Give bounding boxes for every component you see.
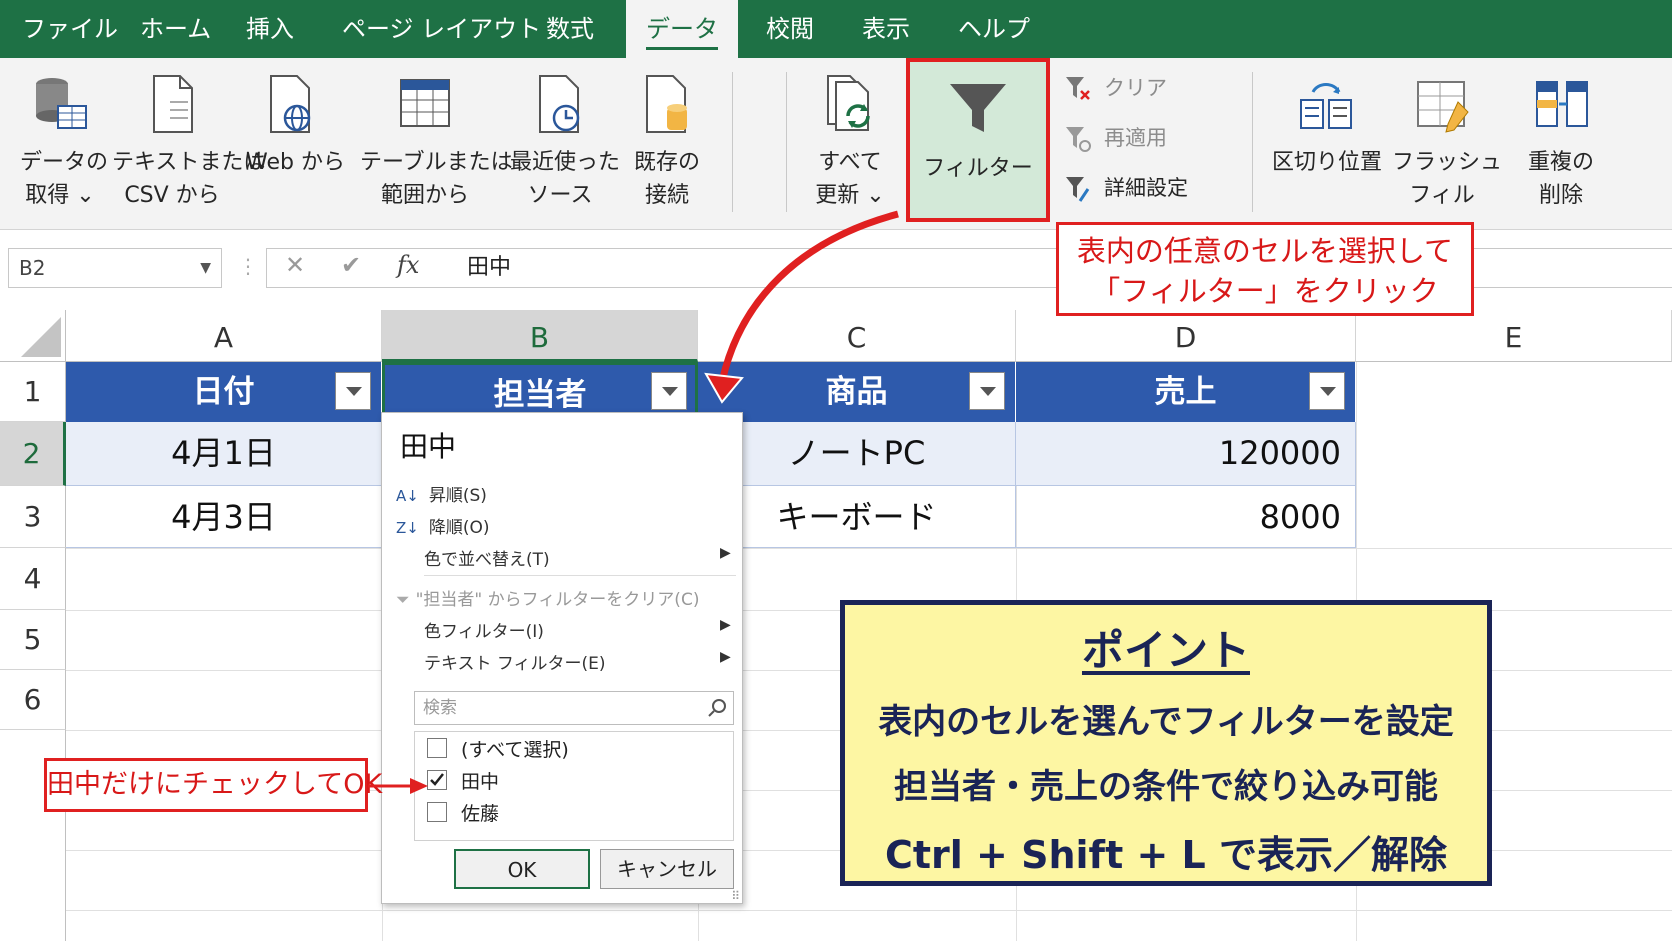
point-line-1: 表内のセルを選んでフィルターを設定 xyxy=(878,702,1454,742)
excel-window: ファイル ホーム 挿入 ページ レイアウト 数式 データ 校閲 表示 ヘルプ デ… xyxy=(0,0,1672,941)
point-line-3: Ctrl + Shift + L で表示／解除 xyxy=(884,833,1447,877)
point-line-2: 担当者・売上の条件で絞り込み可能 xyxy=(894,767,1438,807)
check-arrow-head xyxy=(410,778,428,794)
curved-arrow-head xyxy=(704,372,744,404)
curved-arrow-line xyxy=(718,210,899,383)
point-title: ポイント xyxy=(1081,626,1250,675)
point-summary-box: ポイント 表内のセルを選んでフィルターを設定 担当者・売上の条件で絞り込み可能 … xyxy=(840,600,1492,886)
